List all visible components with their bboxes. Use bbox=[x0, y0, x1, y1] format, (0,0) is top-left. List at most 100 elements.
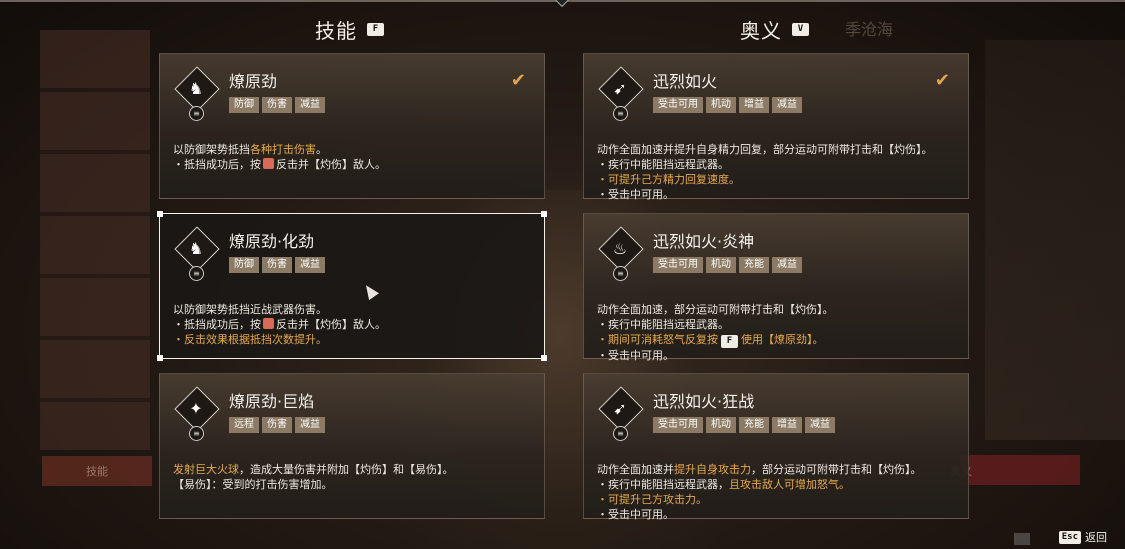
tag-badge: 防御 bbox=[229, 97, 259, 113]
card-title: 燎原劲·巨焰 bbox=[229, 392, 315, 411]
ultimate-card[interactable]: ➹ ≡ 迅烈如火 受击可用 机动 增益 减益 ✔ 动作全面加速并提升自身精力回复，部分运动可附带… bbox=[583, 53, 969, 202]
description-text: 动作全面加速并 bbox=[597, 463, 674, 476]
selection-corner bbox=[157, 211, 163, 217]
skill-card[interactable]: ✦ ≡ 燎原劲·巨焰 远程 伤害 减益 发射巨大火球，造成大量伤害并附加【灼伤】和【易伤】。… bbox=[159, 373, 545, 519]
details-menu-icon[interactable]: ≡ bbox=[189, 106, 204, 121]
ultimates-header[interactable]: 奥义 V bbox=[740, 14, 809, 44]
tag-badge: 增益 bbox=[739, 97, 769, 113]
description-text: 动作全面加速并提升自身精力回复，部分运动可附带打击和【灼伤】。 bbox=[597, 143, 933, 156]
description-line: ・抵挡成功后，按 反击并【灼伤】敌人。 bbox=[173, 157, 534, 172]
tag-badge: 增益 bbox=[772, 417, 802, 433]
tag-badge: 伤害 bbox=[262, 417, 292, 433]
description-line: 动作全面加速并提升自身精力回复，部分运动可附带打击和【灼伤】。 bbox=[597, 142, 958, 157]
description-text: ，造成大量伤害并附加【灼伤】和【易伤】。 bbox=[239, 463, 454, 476]
selection-corner bbox=[541, 211, 547, 217]
description-text: ・疾行中能阻挡远程武器。 bbox=[597, 318, 729, 331]
description-text: 【易伤】：受到的打击伤害增加。 bbox=[173, 478, 333, 491]
card-description: 发射巨大火球，造成大量伤害并附加【灼伤】和【易伤】。 【易伤】：受到的打击伤害增加… bbox=[173, 462, 534, 492]
card-description: 动作全面加速并提升自身攻击力，部分运动可附带打击和【灼伤】。 ・疾行中能阻挡远程武… bbox=[597, 462, 958, 522]
description-text: 以防御架势抵挡 bbox=[173, 143, 250, 156]
skills-hotkey: F bbox=[367, 22, 384, 36]
ultimate-card[interactable]: ➹ ≡ 迅烈如火·狂战受击可用 机动 充能 增益 减益动作全面加速并提升自身攻击力，部分运动… bbox=[583, 373, 969, 522]
ultimates-hotkey: V bbox=[792, 22, 809, 36]
martial-stance-icon: ➹ bbox=[613, 78, 627, 98]
back-label: 返回 bbox=[1085, 531, 1107, 544]
tag-list: 受击可用 机动 充能 增益 减益 bbox=[653, 417, 835, 433]
details-menu-icon[interactable]: ≡ bbox=[613, 266, 628, 281]
description-text: ・疾行中能阻挡远程武器， bbox=[597, 478, 729, 491]
highlight-text: 使用【燎原劲】。 bbox=[741, 333, 824, 346]
description-line: ・疾行中能阻挡远程武器。 bbox=[597, 317, 958, 332]
description-line: ・可提升己方攻击力。 bbox=[597, 492, 958, 507]
highlight-text: ・反击效果根据抵挡次数提升。 bbox=[173, 333, 327, 346]
tag-badge: 伤害 bbox=[262, 257, 292, 273]
highlight-text: ・可提升己方精力回复速度。 bbox=[597, 173, 740, 186]
description-line: ・疾行中能阻挡远程武器。 bbox=[597, 157, 958, 172]
description-line: ・受击中可用。 bbox=[597, 187, 958, 202]
details-menu-icon[interactable]: ≡ bbox=[613, 426, 628, 441]
tag-badge: 受击可用 bbox=[653, 97, 703, 113]
background-button-right bbox=[960, 455, 1080, 485]
skills-header[interactable]: 技能 F bbox=[315, 14, 384, 44]
description-text: 动作全面加速，部分运动可附带打击和【灼伤】。 bbox=[597, 303, 834, 316]
tag-badge: 受击可用 bbox=[653, 257, 703, 273]
selection-corner bbox=[541, 355, 547, 361]
ultimate-card[interactable]: ♨ ≡ 迅烈如火·炎神 受击可用 机动 充能 减益 动作全面加速，部分运动可附带打击和【灼伤】… bbox=[583, 213, 969, 362]
description-text: ・受击中可用。 bbox=[597, 188, 674, 201]
tag-badge: 减益 bbox=[295, 257, 325, 273]
card-description: 以防御架势抵挡近战武器伤害。 ・抵挡成功后，按 反击并【灼伤】敌人。 ・反击效果根据抵… bbox=[173, 302, 534, 347]
card-title: 迅烈如火 bbox=[653, 72, 718, 91]
details-menu-icon[interactable]: ≡ bbox=[613, 106, 628, 121]
description-text: ・疾行中能阻挡远程武器。 bbox=[597, 158, 729, 171]
highlight-text: ・可提升己方攻击力。 bbox=[597, 493, 707, 506]
tag-badge: 充能 bbox=[739, 257, 769, 273]
details-menu-icon[interactable]: ≡ bbox=[189, 426, 204, 441]
description-line: ・可提升己方精力回复速度。 bbox=[597, 172, 958, 187]
tag-badge: 受击可用 bbox=[653, 417, 703, 433]
card-title: 燎原劲·化劲 bbox=[229, 232, 315, 251]
tag-badge: 减益 bbox=[295, 97, 325, 113]
description-text: ・抵挡成功后，按 bbox=[173, 158, 261, 171]
skill-icon: ➹ bbox=[598, 386, 644, 432]
top-diamond-ornament bbox=[554, 0, 570, 8]
description-line: 动作全面加速并提升自身攻击力，部分运动可附带打击和【灼伤】。 bbox=[597, 462, 958, 477]
skill-icon: ♞ bbox=[174, 226, 220, 272]
skills-title: 技能 bbox=[315, 18, 357, 43]
equipped-check-icon: ✔ bbox=[510, 70, 526, 91]
card-title: 迅烈如火·狂战 bbox=[653, 392, 755, 411]
tag-badge: 减益 bbox=[772, 257, 802, 273]
esc-key-icon: Esc bbox=[1058, 530, 1081, 544]
description-line: ・反击效果根据抵挡次数提升。 bbox=[173, 332, 534, 347]
footer-back[interactable]: Esc 返回 bbox=[1058, 529, 1107, 545]
martial-stance-icon: ♨ bbox=[612, 238, 628, 258]
highlight-text: 各种打击伤害 bbox=[250, 143, 316, 156]
skill-card[interactable]: ♞ ≡ 燎原劲 防御 伤害 减益 ✔ 以防御架势抵挡各种打击伤害。 ・抵挡成功后，按 反击并【灼伤… bbox=[159, 53, 545, 199]
details-menu-icon[interactable]: ≡ bbox=[189, 266, 204, 281]
mouse-button-icon bbox=[263, 318, 274, 329]
card-title: 燎原劲 bbox=[229, 72, 278, 91]
martial-stance-icon: ➹ bbox=[613, 398, 627, 418]
hotkey-f-icon: F bbox=[721, 335, 738, 348]
tag-list: 防御 伤害 减益 bbox=[229, 257, 325, 273]
selection-corner bbox=[157, 355, 163, 361]
background-side-panel bbox=[985, 40, 1125, 440]
background-character-name: 季沧海 bbox=[845, 20, 894, 39]
mouse-button-icon bbox=[263, 158, 274, 169]
martial-stance-icon: ♞ bbox=[188, 238, 204, 258]
description-line: 动作全面加速，部分运动可附带打击和【灼伤】。 bbox=[597, 302, 958, 317]
tag-list: 受击可用 机动 增益 减益 bbox=[653, 97, 802, 113]
description-line: 以防御架势抵挡各种打击伤害。 bbox=[173, 142, 534, 157]
tag-badge: 机动 bbox=[706, 257, 736, 273]
card-description: 动作全面加速并提升自身精力回复，部分运动可附带打击和【灼伤】。 ・疾行中能阻挡远程… bbox=[597, 142, 958, 202]
skill-card[interactable]: ♞ ≡ 燎原劲·化劲 防御 伤害 减益以防御架势抵挡近战武器伤害。 ・抵挡成功后，按 反击并【… bbox=[157, 211, 547, 361]
skill-icon: ♨ bbox=[598, 226, 644, 272]
tag-badge: 减益 bbox=[295, 417, 325, 433]
highlight-text: 且攻击敌人可增加怒气。 bbox=[729, 478, 850, 491]
description-text: ，部分运动可附带打击和【灼伤】。 bbox=[751, 463, 922, 476]
description-line: 【易伤】：受到的打击伤害增加。 bbox=[173, 477, 534, 492]
description-text: ・受击中可用。 bbox=[597, 349, 674, 362]
description-line: ・受击中可用。 bbox=[597, 507, 958, 522]
skill-icon: ➹ bbox=[598, 66, 644, 112]
controller-icon bbox=[1014, 533, 1030, 545]
skill-icon: ♞ bbox=[174, 66, 220, 112]
